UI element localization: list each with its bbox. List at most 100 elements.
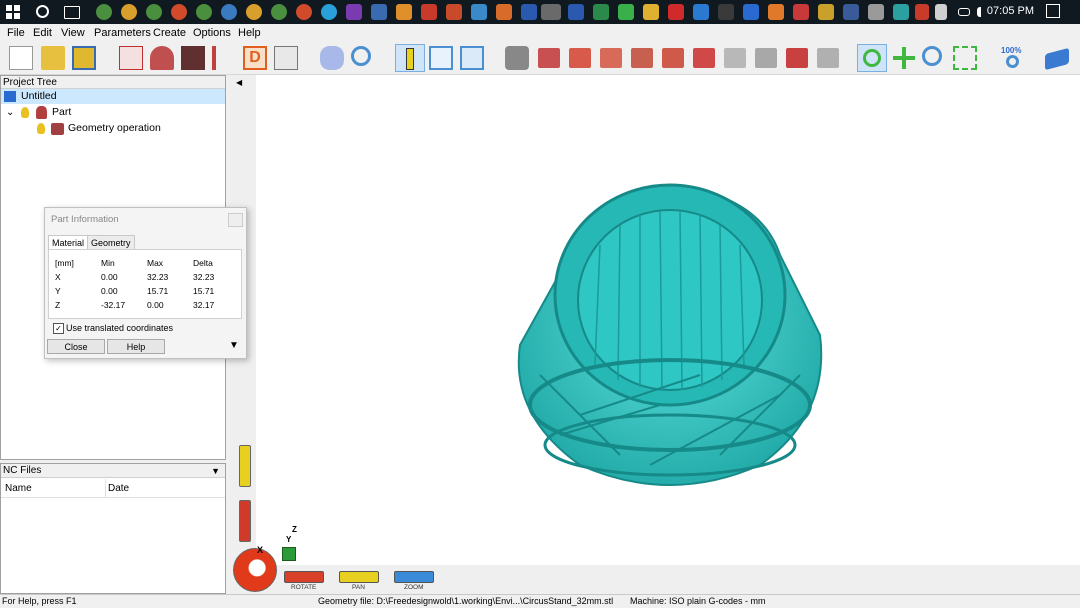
app-icon[interactable] [768,4,784,20]
view-cube-icon[interactable] [538,48,560,68]
word-icon[interactable] [568,4,584,20]
close-button[interactable]: Close [47,339,105,354]
dropdown-arrow-icon[interactable]: ▼ [211,464,220,478]
view-cube-icon[interactable] [724,48,746,68]
dialog-close-icon[interactable] [228,213,243,227]
chrome-icon[interactable] [171,4,187,20]
tree-item-geometry-operation[interactable]: Geometry operation [1,121,225,136]
camera-icon[interactable] [505,46,529,70]
zoom-100-button[interactable]: 100% [1000,46,1028,70]
menu-view[interactable]: View [61,27,85,39]
app-icon[interactable] [446,4,462,20]
export-icon[interactable] [274,46,298,70]
app-icon[interactable] [818,4,834,20]
zoom-in-icon[interactable] [922,46,942,66]
collapse-arrow-icon[interactable]: ◀ [236,78,242,87]
rotate-control-button[interactable] [284,571,324,583]
info-button[interactable] [395,44,425,72]
app-icon[interactable] [793,4,809,20]
chrome-icon[interactable] [196,4,212,20]
view-cube-icon[interactable] [693,48,715,68]
start-icon[interactable] [6,5,20,19]
app-icon[interactable] [935,4,947,20]
app-icon[interactable] [346,4,362,20]
menu-create[interactable]: Create [153,27,186,39]
view-cube-icon[interactable] [817,48,839,68]
menu-parameters[interactable]: Parameters [94,27,151,39]
telegram-icon[interactable] [321,4,337,20]
app-icon[interactable] [396,4,412,20]
app-icon[interactable] [915,4,929,20]
app-icon[interactable] [496,4,512,20]
tree-item-part[interactable]: ⌄ Part [1,105,225,120]
view-cube-icon[interactable] [662,48,684,68]
lightbulb-icon[interactable] [37,123,45,134]
chrome-icon[interactable] [146,4,162,20]
help-button[interactable]: Help [107,339,165,354]
search-icon[interactable] [36,5,49,18]
menu-options[interactable]: Options [193,27,231,39]
chrome-icon[interactable] [121,4,137,20]
translated-coordinates-checkbox[interactable]: ✓ [53,323,64,334]
inspect-icon[interactable] [351,46,371,66]
3d-viewport[interactable]: ◀ ROTATE PAN ZOOM Z Y X [230,75,1080,594]
layout-icon[interactable] [429,46,453,70]
tree-item-untitled[interactable]: Untitled [1,89,225,104]
column-date[interactable]: Date [108,483,129,494]
column-name[interactable]: Name [5,483,32,494]
menu-file[interactable]: File [7,27,25,39]
part-icon[interactable] [150,46,174,70]
lightbulb-icon[interactable] [21,107,29,118]
menu-help[interactable]: Help [238,27,261,39]
active-app-icon[interactable] [541,4,561,20]
clock[interactable]: 07:05 PM [987,5,1034,17]
open-folder-icon[interactable] [41,46,65,70]
network-icon[interactable] [958,8,970,16]
d-icon[interactable]: D [243,46,267,70]
chrome-icon[interactable] [246,4,262,20]
part-information-dialog[interactable]: Part Information Material Geometry [mm] … [44,207,247,359]
view-cube-icon[interactable] [600,48,622,68]
pan-icon[interactable] [892,46,916,70]
pan-control-button[interactable] [339,571,379,583]
save-icon[interactable] [72,46,96,70]
file-explorer-icon[interactable] [643,4,659,20]
chrome-icon[interactable] [221,4,237,20]
book-icon[interactable] [1045,47,1069,71]
import-icon[interactable] [119,46,143,70]
chevron-down-icon[interactable]: ⌄ [6,105,14,120]
excel-icon[interactable] [593,4,609,20]
app-icon[interactable] [743,4,759,20]
view-cube-icon[interactable] [786,48,808,68]
view-cube-icon[interactable] [569,48,591,68]
notification-icon[interactable] [1046,4,1060,18]
app-icon[interactable] [371,4,387,20]
photoshop-icon[interactable] [521,4,537,20]
app-icon[interactable] [843,4,859,20]
view-cube-icon[interactable] [755,48,777,68]
app-icon[interactable] [471,4,487,20]
rotate-wheel-icon[interactable] [233,548,277,592]
app-icon[interactable] [893,4,909,20]
window-icon[interactable] [460,46,484,70]
chrome-icon[interactable] [271,4,287,20]
app-icon[interactable] [618,4,634,20]
acrobat-icon[interactable] [668,4,684,20]
chrome-icon[interactable] [296,4,312,20]
rotate-button[interactable] [857,44,887,72]
task-view-icon[interactable] [64,6,80,19]
tool-icon[interactable] [212,46,236,70]
pan-slider-icon[interactable] [239,445,251,487]
zoom-control-button[interactable] [394,571,434,583]
volume-icon[interactable] [977,7,987,17]
menu-edit[interactable]: Edit [33,27,52,39]
stock-icon[interactable] [181,46,205,70]
vscode-icon[interactable] [693,4,709,20]
rotate-slider-icon[interactable] [239,500,251,542]
app-icon[interactable] [868,4,884,20]
zoom-window-icon[interactable] [953,46,977,70]
eraser-icon[interactable] [320,46,344,70]
app-icon[interactable] [421,4,437,20]
chrome-icon[interactable] [96,4,112,20]
view-cube-icon[interactable] [631,48,653,68]
